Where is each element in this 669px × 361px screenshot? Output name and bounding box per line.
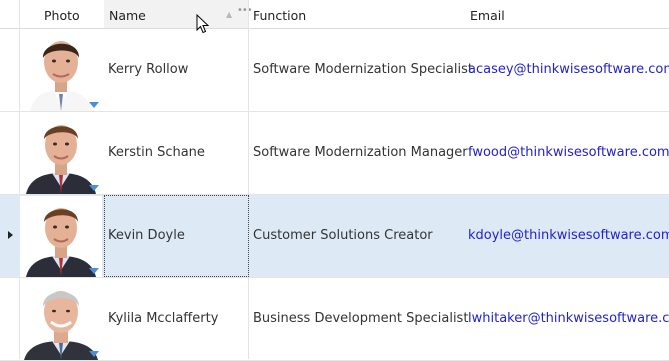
photo-badge-icon [89,351,99,357]
cell-name[interactable]: Kerstin Schane [108,112,205,194]
avatar [20,113,102,194]
column-header-photo[interactable]: Photo [44,0,80,28]
photo-badge-icon [89,102,99,108]
cell-email-link[interactable]: fwood@thinkwisesoftware.com [468,112,669,194]
cell-name[interactable]: Kylila Mcclafferty [108,278,218,360]
column-header-email[interactable]: Email [470,0,505,28]
cell-name[interactable]: Kerry Rollow [108,29,188,111]
avatar [20,279,102,360]
cell-function[interactable]: Business Development Specialist [253,278,468,360]
mouse-pointer-icon [196,14,210,34]
column-header-function[interactable]: Function [253,0,306,28]
avatar [20,196,102,277]
more-horizontal-icon[interactable]: ••• [237,6,253,16]
sort-up-icon: ▲ [226,10,233,19]
cell-function[interactable]: Software Modernization Manager [253,112,468,194]
photo-badge-icon [89,185,99,191]
column-header-name[interactable]: Name ▲ ••• [104,0,253,28]
avatar [20,30,102,111]
table-row-selected[interactable]: Kevin Doyle Customer Solutions Creator k… [0,195,669,278]
table-row[interactable]: Kerry Rollow Software Modernization Spec… [0,29,669,112]
cell-email-link[interactable]: lwhitaker@thinkwisesoftware.com [468,278,669,360]
column-header-name-label: Name [109,8,146,23]
cell-email-link[interactable]: acasey@thinkwisesoftware.com [468,29,669,111]
table-row[interactable]: Kylila Mcclafferty Business Development … [0,278,669,361]
cell-function[interactable]: Software Modernization Specialist [253,29,473,111]
row-indicator-icon [8,231,13,239]
cell-email-link[interactable]: kdoyle@thinkwisesoftware.com [468,195,669,277]
table-row[interactable]: Kerstin Schane Software Modernization Ma… [0,112,669,195]
cell-function[interactable]: Customer Solutions Creator [253,195,433,277]
cell-name[interactable]: Kevin Doyle [108,195,185,277]
photo-badge-icon [89,268,99,274]
grid-header: Photo Name ▲ ••• Function Email [0,0,669,29]
